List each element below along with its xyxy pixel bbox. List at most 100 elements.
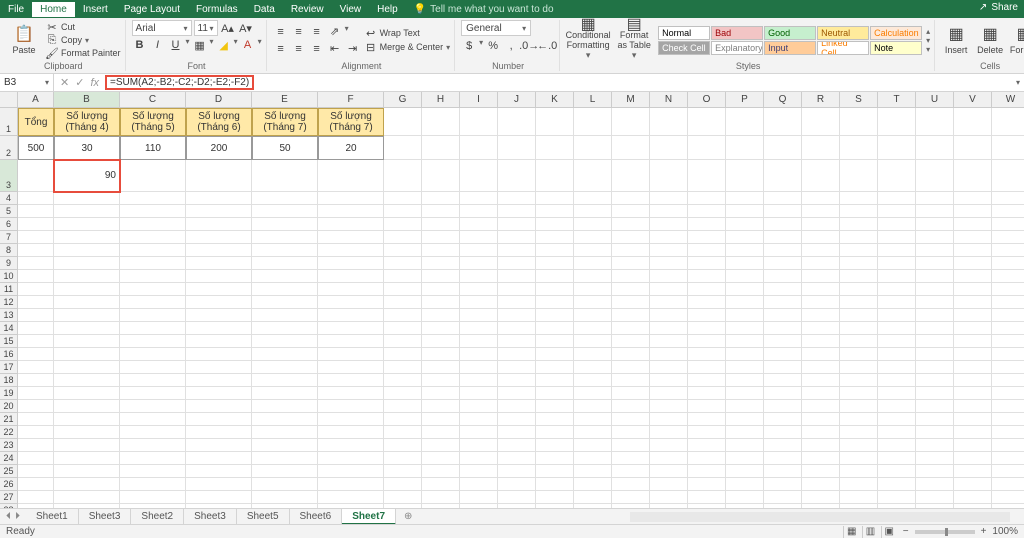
cell-P10[interactable] (726, 270, 764, 283)
underline-button[interactable]: U (168, 37, 184, 53)
decrease-font-button[interactable]: A▾ (238, 20, 254, 36)
cell-P11[interactable] (726, 283, 764, 296)
cell-I17[interactable] (460, 361, 498, 374)
cell-L4[interactable] (574, 192, 612, 205)
cell-I11[interactable] (460, 283, 498, 296)
cell-N10[interactable] (650, 270, 688, 283)
cell-B19[interactable] (54, 387, 120, 400)
cell-K1[interactable] (536, 108, 574, 136)
cell-I27[interactable] (460, 491, 498, 504)
cell-B17[interactable] (54, 361, 120, 374)
cell-M22[interactable] (612, 426, 650, 439)
sheet-tab-sheet7[interactable]: Sheet7 (342, 509, 396, 525)
cell-U21[interactable] (916, 413, 954, 426)
cell-R1[interactable] (802, 108, 840, 136)
cell-T1[interactable] (878, 108, 916, 136)
fx-icon[interactable]: fx (90, 77, 99, 89)
cell-W24[interactable] (992, 452, 1024, 465)
cell-O25[interactable] (688, 465, 726, 478)
cell-H5[interactable] (422, 205, 460, 218)
cell-Q15[interactable] (764, 335, 802, 348)
row-header-10[interactable]: 10 (0, 270, 18, 283)
cell-N3[interactable] (650, 160, 688, 192)
cell-C8[interactable] (120, 244, 186, 257)
font-name-combo[interactable]: Arial▾ (132, 20, 192, 36)
cell-E9[interactable] (252, 257, 318, 270)
cell-V9[interactable] (954, 257, 992, 270)
cell-J27[interactable] (498, 491, 536, 504)
cell-G17[interactable] (384, 361, 422, 374)
cell-J10[interactable] (498, 270, 536, 283)
cell-Q9[interactable] (764, 257, 802, 270)
cell-V19[interactable] (954, 387, 992, 400)
cell-I25[interactable] (460, 465, 498, 478)
cell-B10[interactable] (54, 270, 120, 283)
row-header-4[interactable]: 4 (0, 192, 18, 205)
cell-B3[interactable]: 90 (54, 160, 120, 192)
cell-E18[interactable] (252, 374, 318, 387)
cell-D10[interactable] (186, 270, 252, 283)
cell-E17[interactable] (252, 361, 318, 374)
cell-W11[interactable] (992, 283, 1024, 296)
cell-A14[interactable] (18, 322, 54, 335)
cell-H10[interactable] (422, 270, 460, 283)
cell-N15[interactable] (650, 335, 688, 348)
cell-A23[interactable] (18, 439, 54, 452)
cell-T11[interactable] (878, 283, 916, 296)
cell-style-explanatory-[interactable]: Explanatory… (711, 41, 763, 55)
cell-P25[interactable] (726, 465, 764, 478)
cell-T24[interactable] (878, 452, 916, 465)
merge-center-button[interactable]: ⊟Merge & Center▾ (365, 41, 451, 54)
zoom-slider[interactable] (915, 530, 975, 534)
format-cells-button[interactable]: ▦Format (1009, 20, 1024, 60)
cell-G1[interactable] (384, 108, 422, 136)
cell-F12[interactable] (318, 296, 384, 309)
cell-D14[interactable] (186, 322, 252, 335)
cell-J21[interactable] (498, 413, 536, 426)
cell-G13[interactable] (384, 309, 422, 322)
cell-O13[interactable] (688, 309, 726, 322)
align-middle-button[interactable]: ≡ (291, 24, 307, 40)
cell-G25[interactable] (384, 465, 422, 478)
cell-F5[interactable] (318, 205, 384, 218)
cell-K8[interactable] (536, 244, 574, 257)
cell-U1[interactable] (916, 108, 954, 136)
cell-T15[interactable] (878, 335, 916, 348)
cell-N25[interactable] (650, 465, 688, 478)
cell-A11[interactable] (18, 283, 54, 296)
cell-U6[interactable] (916, 218, 954, 231)
sheet-tab-sheet2[interactable]: Sheet2 (131, 509, 184, 525)
tab-view[interactable]: View (332, 2, 370, 17)
cell-N18[interactable] (650, 374, 688, 387)
cell-B27[interactable] (54, 491, 120, 504)
increase-decimal-button[interactable]: .0→ (521, 38, 537, 54)
cell-M16[interactable] (612, 348, 650, 361)
cell-T10[interactable] (878, 270, 916, 283)
sheet-tab-sheet5[interactable]: Sheet5 (237, 509, 290, 525)
cell-K5[interactable] (536, 205, 574, 218)
cell-style-calculation[interactable]: Calculation (870, 26, 922, 40)
cell-O26[interactable] (688, 478, 726, 491)
cell-O21[interactable] (688, 413, 726, 426)
cell-R23[interactable] (802, 439, 840, 452)
cell-L17[interactable] (574, 361, 612, 374)
cell-V22[interactable] (954, 426, 992, 439)
cell-L23[interactable] (574, 439, 612, 452)
cell-L26[interactable] (574, 478, 612, 491)
cell-D24[interactable] (186, 452, 252, 465)
cell-M20[interactable] (612, 400, 650, 413)
cell-U23[interactable] (916, 439, 954, 452)
cell-B23[interactable] (54, 439, 120, 452)
cell-P14[interactable] (726, 322, 764, 335)
cell-L5[interactable] (574, 205, 612, 218)
cell-K23[interactable] (536, 439, 574, 452)
cell-V10[interactable] (954, 270, 992, 283)
cell-B1[interactable]: Số lượng (Tháng 4) (54, 108, 120, 136)
align-right-button[interactable]: ≡ (309, 41, 325, 57)
cell-O2[interactable] (688, 136, 726, 160)
cell-Q25[interactable] (764, 465, 802, 478)
cell-H14[interactable] (422, 322, 460, 335)
cell-E10[interactable] (252, 270, 318, 283)
cell-W16[interactable] (992, 348, 1024, 361)
add-sheet-button[interactable]: ⊕ (396, 511, 420, 522)
